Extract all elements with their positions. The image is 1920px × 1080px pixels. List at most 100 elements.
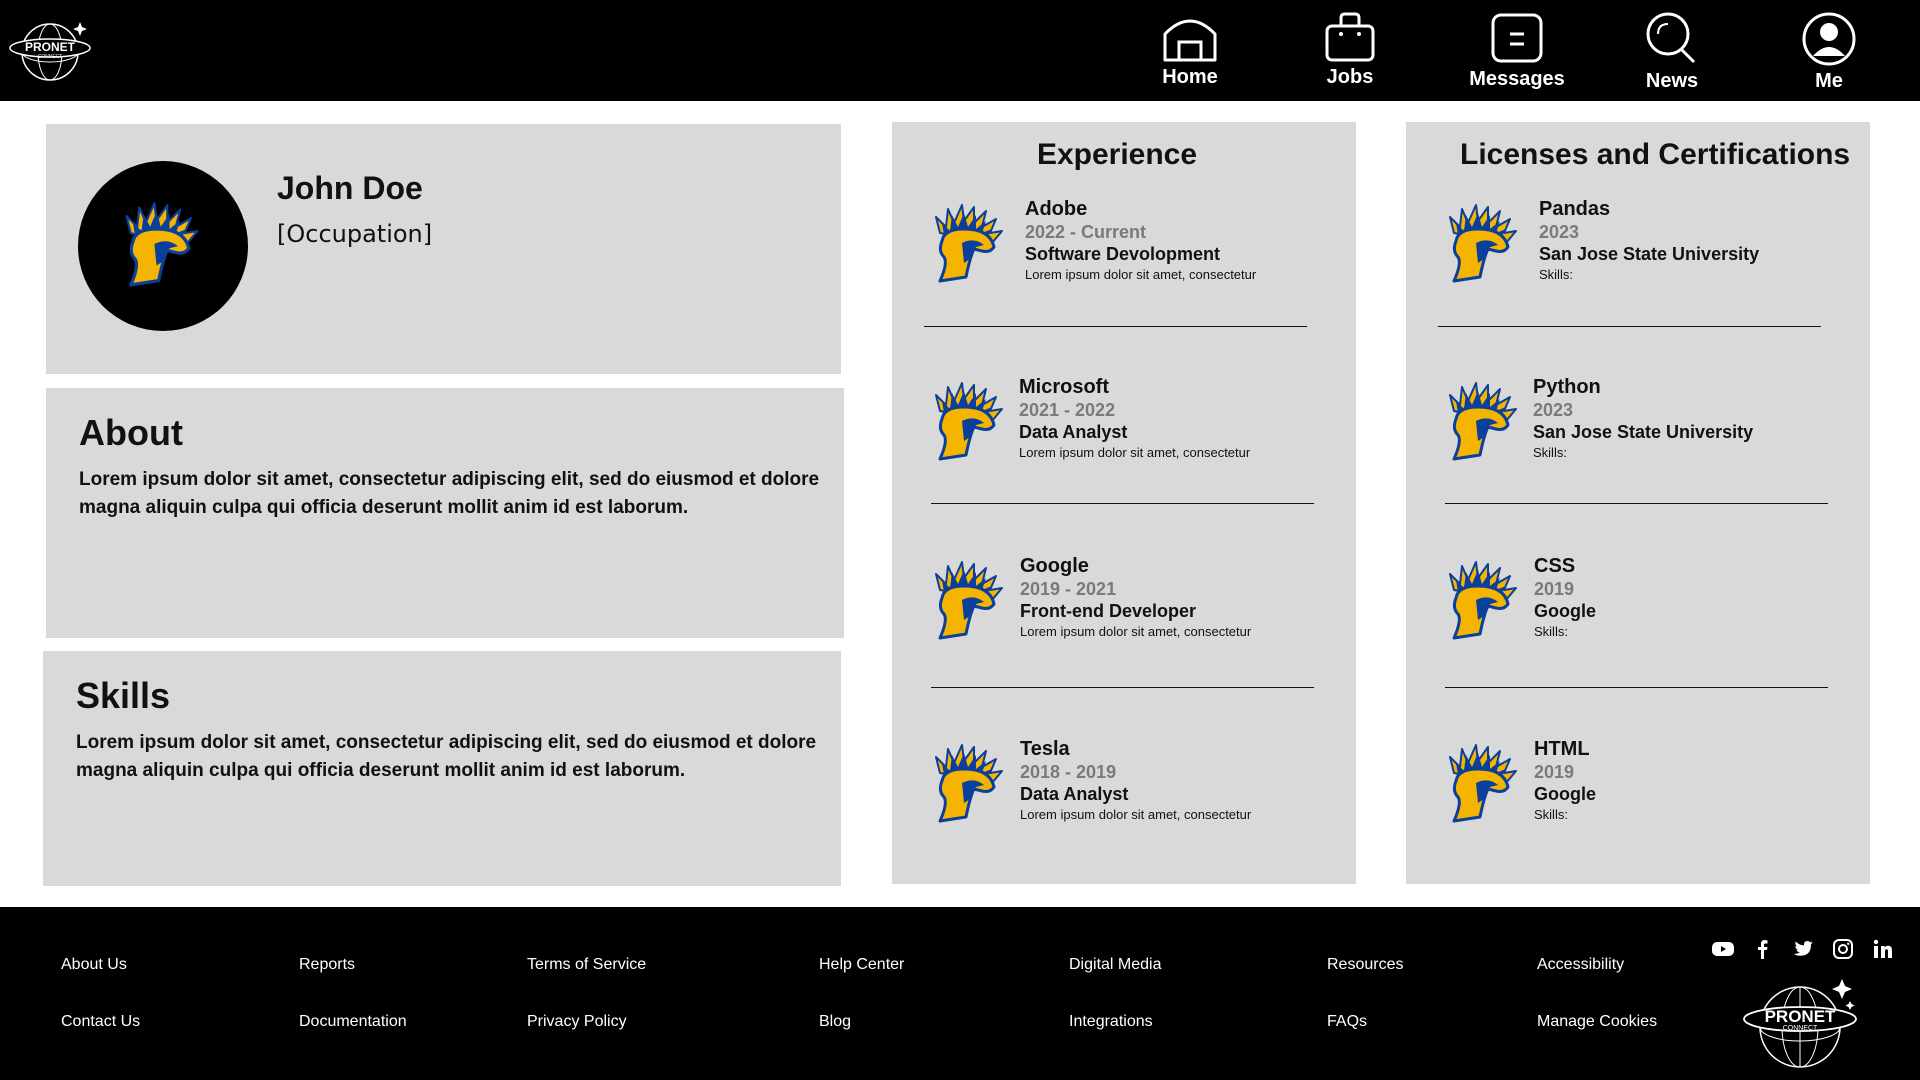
twitter-icon[interactable] xyxy=(1791,937,1817,963)
licenses-card: Licenses and Certifications Pandas 2023 … xyxy=(1406,122,1870,884)
footer-link-privacy[interactable]: Privacy Policy xyxy=(527,1013,627,1031)
footer-link-accessibility[interactable]: Accessibility xyxy=(1537,956,1624,974)
nav-news[interactable]: News xyxy=(1617,12,1727,93)
experience-item[interactable]: Microsoft 2021 - 2022 Data Analyst Lorem… xyxy=(930,375,1330,465)
nav-me-label: Me xyxy=(1815,70,1843,92)
divider xyxy=(931,503,1314,504)
spartan-logo-icon xyxy=(120,199,206,289)
company-logo-icon xyxy=(930,201,1010,285)
about-title: About xyxy=(79,412,183,453)
experience-title: Experience xyxy=(1036,138,1198,171)
license-year: 2023 xyxy=(1539,222,1580,242)
nav-home-label: Home xyxy=(1162,66,1218,88)
footer-link-digital-media[interactable]: Digital Media xyxy=(1069,956,1161,974)
license-skills: Skills: xyxy=(1534,624,1568,639)
nav-messages[interactable]: Messages xyxy=(1462,12,1572,91)
about-card: About Lorem ipsum dolor sit amet, consec… xyxy=(46,388,844,638)
instagram-icon[interactable] xyxy=(1831,937,1857,963)
social-links xyxy=(1711,937,1911,963)
divider xyxy=(1438,326,1821,327)
footer: About Us Contact Us Reports Documentatio… xyxy=(0,907,1920,1080)
footer-link-contact-us[interactable]: Contact Us xyxy=(61,1013,140,1031)
pronet-logo-icon[interactable]: PRONET CONNECT xyxy=(8,18,94,84)
divider xyxy=(1445,503,1828,504)
license-issuer: San Jose State University xyxy=(1533,422,1754,442)
license-year: 2023 xyxy=(1533,400,1574,420)
profile-occupation: [Occupation] xyxy=(277,220,433,248)
nav-me[interactable]: Me xyxy=(1774,12,1884,93)
experience-company: Microsoft xyxy=(1019,376,1109,398)
license-skills: Skills: xyxy=(1534,807,1568,822)
pronet-logo-icon[interactable]: PRONET CONNECT xyxy=(1742,977,1862,1077)
experience-card: Experience Adobe 2022 - Current Software… xyxy=(892,122,1356,884)
license-year: 2019 xyxy=(1534,762,1575,782)
company-logo-icon xyxy=(930,741,1010,825)
footer-link-terms[interactable]: Terms of Service xyxy=(527,956,646,974)
avatar[interactable] xyxy=(78,161,248,331)
license-item[interactable]: Pandas 2023 San Jose State University Sk… xyxy=(1444,197,1844,287)
skills-card: Skills Lorem ipsum dolor sit amet, conse… xyxy=(43,651,841,886)
skills-title: Skills xyxy=(76,675,171,716)
experience-item[interactable]: Adobe 2022 - Current Software Devolopmen… xyxy=(930,197,1330,287)
message-icon xyxy=(1491,13,1543,63)
license-name: CSS xyxy=(1534,555,1576,577)
license-item[interactable]: Python 2023 San Jose State University Sk… xyxy=(1444,375,1844,465)
nav-jobs-label: Jobs xyxy=(1326,66,1374,88)
company-logo-icon xyxy=(930,558,1010,642)
top-navigation-bar: PRONET CONNECT Home Jobs Messages News M… xyxy=(0,0,1920,101)
linkedin-icon[interactable] xyxy=(1871,937,1897,963)
experience-dates: 2022 - Current xyxy=(1025,222,1147,242)
profile-name: John Doe xyxy=(277,170,423,206)
home-icon xyxy=(1163,19,1217,62)
logo-subtext: CONNECT xyxy=(38,54,63,60)
experience-description: Lorem ipsum dolor sit amet, consectetur xyxy=(1025,267,1257,282)
experience-description: Lorem ipsum dolor sit amet, consectetur xyxy=(1020,624,1252,639)
experience-dates: 2019 - 2021 xyxy=(1020,579,1117,599)
nav-home[interactable]: Home xyxy=(1135,12,1245,89)
experience-item[interactable]: Tesla 2018 - 2019 Data Analyst Lorem ips… xyxy=(930,737,1330,827)
license-skills: Skills: xyxy=(1533,445,1567,460)
footer-link-about-us[interactable]: About Us xyxy=(61,956,127,974)
license-name: HTML xyxy=(1534,738,1590,760)
experience-company: Google xyxy=(1020,555,1089,577)
divider xyxy=(924,326,1307,327)
youtube-icon[interactable] xyxy=(1711,937,1737,963)
issuer-logo-icon xyxy=(1444,741,1524,825)
footer-link-integrations[interactable]: Integrations xyxy=(1069,1013,1153,1031)
logo-text: PRONET xyxy=(1765,1007,1836,1026)
footer-link-documentation[interactable]: Documentation xyxy=(299,1013,407,1031)
experience-dates: 2021 - 2022 xyxy=(1019,400,1116,420)
experience-role: Data Analyst xyxy=(1019,422,1128,442)
footer-link-help-center[interactable]: Help Center xyxy=(819,956,904,974)
logo-text: PRONET xyxy=(25,40,76,54)
license-issuer: Google xyxy=(1534,601,1596,621)
about-body: Lorem ipsum dolor sit amet, consectetur … xyxy=(79,469,820,518)
license-issuer: Google xyxy=(1534,784,1596,804)
nav-messages-label: Messages xyxy=(1469,68,1565,90)
footer-link-manage-cookies[interactable]: Manage Cookies xyxy=(1537,1013,1657,1031)
license-name: Pandas xyxy=(1539,198,1611,220)
license-name: Python xyxy=(1533,376,1601,398)
nav-jobs[interactable]: Jobs xyxy=(1295,12,1405,89)
footer-link-faqs[interactable]: FAQs xyxy=(1327,1013,1367,1031)
experience-item[interactable]: Google 2019 - 2021 Front-end Developer L… xyxy=(930,554,1330,644)
experience-dates: 2018 - 2019 xyxy=(1020,762,1117,782)
issuer-logo-icon xyxy=(1444,201,1524,285)
license-item[interactable]: CSS 2019 Google Skills: xyxy=(1444,554,1844,644)
experience-role: Software Devolopment xyxy=(1025,244,1221,264)
nav-news-label: News xyxy=(1645,70,1699,92)
company-logo-icon xyxy=(930,379,1010,463)
footer-link-blog[interactable]: Blog xyxy=(819,1013,851,1031)
footer-link-reports[interactable]: Reports xyxy=(299,956,355,974)
divider xyxy=(931,687,1314,688)
facebook-icon[interactable] xyxy=(1751,937,1777,963)
experience-description: Lorem ipsum dolor sit amet, consectetur xyxy=(1020,807,1252,822)
footer-link-resources[interactable]: Resources xyxy=(1327,956,1403,974)
license-item[interactable]: HTML 2019 Google Skills: xyxy=(1444,737,1844,827)
experience-description: Lorem ipsum dolor sit amet, consectetur xyxy=(1019,445,1251,460)
profile-card: John Doe [Occupation] xyxy=(46,124,841,374)
skills-body: Lorem ipsum dolor sit amet, consectetur … xyxy=(76,732,817,781)
license-issuer: San Jose State University xyxy=(1539,244,1760,264)
experience-role: Data Analyst xyxy=(1020,784,1129,804)
license-year: 2019 xyxy=(1534,579,1575,599)
